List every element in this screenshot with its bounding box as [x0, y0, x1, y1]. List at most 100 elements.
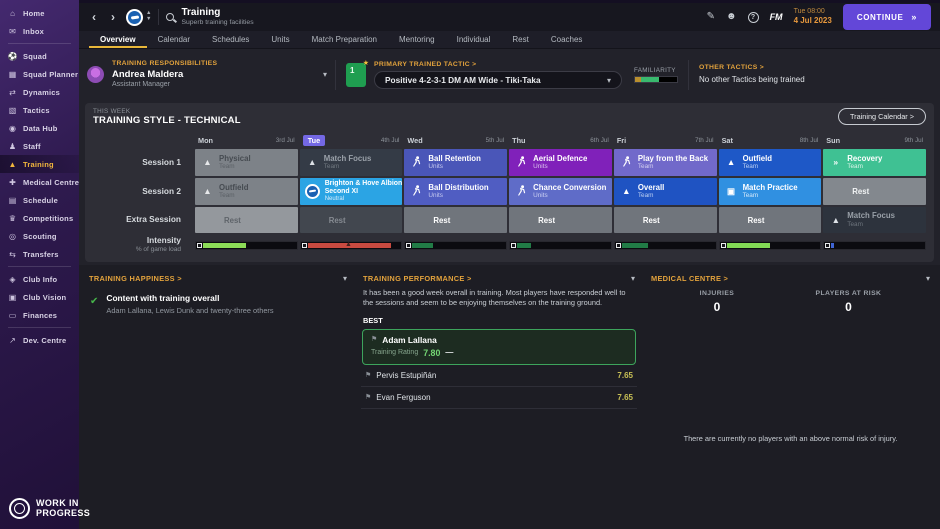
intensity-checkbox[interactable]: [301, 242, 307, 248]
session-title: Rest: [328, 215, 346, 225]
session-text: Ball Retention Units: [428, 154, 480, 171]
sidebar-item-squad[interactable]: ⚽ Squad: [0, 47, 79, 65]
session-cell-sun-rest[interactable]: Rest: [823, 178, 926, 205]
sidebar-item-label: Medical Centre: [23, 177, 80, 187]
primary-tactic-select[interactable]: Positive 4-2-3-1 DM AM Wide - Tiki-Taka …: [374, 71, 622, 89]
intensity-track[interactable]: [823, 240, 926, 250]
players-at-risk-stat[interactable]: PLAYERS AT RISK 0: [816, 290, 882, 314]
session-cell-sat-outfield[interactable]: ▲ Outfield Team: [718, 149, 822, 176]
chevron-down-icon[interactable]: ▾: [631, 274, 635, 283]
intensity-checkbox[interactable]: [197, 242, 202, 248]
session-cell-sun-match-focus[interactable]: ▲ Match Focus Team: [823, 207, 926, 233]
sidebar-item-squad-planner[interactable]: ▦ Squad Planner: [0, 65, 79, 83]
tab-individual[interactable]: Individual: [446, 31, 502, 48]
session-text: Match Practice Team: [743, 183, 798, 200]
edit-icon[interactable]: ✎: [707, 12, 715, 22]
club-spinner-icon[interactable]: ▲ ▼: [146, 10, 151, 23]
tab-overview[interactable]: Overview: [89, 31, 147, 48]
tab-rest[interactable]: Rest: [501, 31, 539, 48]
session-cell-mon-physical[interactable]: ▲ Physical Team: [195, 149, 298, 176]
intensity-track[interactable]: [195, 240, 298, 250]
day-header-wed: Wed 5th Jul: [404, 134, 507, 147]
intensity-checkbox[interactable]: [615, 242, 621, 248]
sidebar-item-club-vision[interactable]: ▣ Club Vision: [0, 288, 79, 306]
search-icon[interactable]: [166, 13, 175, 21]
sidebar-item-dynamics[interactable]: ⇄ Dynamics: [0, 83, 79, 101]
match-cell-tue[interactable]: Brighton & Hove Albion Second XI Neutral: [299, 178, 403, 205]
session-cell-sun-recovery[interactable]: » Recovery Team: [823, 149, 926, 176]
sidebar-item-label: Club Info: [23, 274, 58, 284]
continue-button[interactable]: CONTINUE»: [842, 4, 931, 30]
injuries-stat[interactable]: INJURIES 0: [700, 290, 735, 314]
session-cell-thu-rest[interactable]: Rest: [509, 207, 612, 233]
intensity-checkbox[interactable]: [511, 242, 517, 248]
primary-tactic-heading[interactable]: PRIMARY TRAINED TACTIC >: [374, 61, 622, 68]
sidebar-item-medical-centre[interactable]: ✚ Medical Centre: [0, 173, 79, 191]
tab-schedules[interactable]: Schedules: [201, 31, 260, 48]
tab-calendar[interactable]: Calendar: [147, 31, 201, 48]
sidebar-item-inbox[interactable]: ✉ Inbox: [0, 22, 79, 40]
best-player-card[interactable]: ⚑ Adam Lallana Training Rating 7.80 —: [362, 328, 636, 365]
sidebar-item-competitions[interactable]: ♛ Competitions: [0, 209, 79, 227]
session-cell-thu-chance-conversion[interactable]: Chance Conversion Units: [509, 178, 612, 205]
chevron-down-icon[interactable]: ▾: [323, 70, 327, 79]
session-cell-mon-outfield[interactable]: ▲ Outfield Team: [195, 178, 298, 205]
performance-row-pervis-estupi-n[interactable]: ⚑ Pervis Estupiñán 7.65: [361, 365, 637, 387]
other-tactics-heading[interactable]: OTHER TACTICS >: [699, 64, 805, 73]
session-cell-tue-match-focus[interactable]: ▲ Match Focus Team: [299, 149, 403, 176]
sidebar-item-scouting[interactable]: ◎ Scouting: [0, 227, 79, 245]
forward-button[interactable]: ›: [107, 11, 119, 23]
intensity-track[interactable]: ▲: [299, 240, 403, 250]
chevron-down-icon[interactable]: ▾: [926, 274, 930, 283]
trend-flat-icon: —: [445, 348, 454, 358]
manager-face-icon[interactable]: ☻: [726, 12, 737, 22]
happiness-item[interactable]: ✔ Content with training overall Adam Lal…: [87, 288, 349, 321]
game-datetime[interactable]: Tue 08:00 4 Jul 2023: [794, 8, 832, 26]
sidebar-item-training[interactable]: ▲ Training: [0, 155, 79, 173]
session-cell-fri-play-from-the-back[interactable]: Play from the Back Team: [613, 149, 717, 176]
sidebar-item-data-hub[interactable]: ◉ Data Hub: [0, 119, 79, 137]
session-cell-sat-rest[interactable]: Rest: [718, 207, 822, 233]
tab-match-preparation[interactable]: Match Preparation: [301, 31, 388, 48]
session-cell-thu-aerial-defence[interactable]: Aerial Defence Units: [509, 149, 612, 176]
performance-row-evan-ferguson[interactable]: ⚑ Evan Ferguson 7.65: [361, 387, 637, 409]
sidebar-item-staff[interactable]: ♟ Staff: [0, 137, 79, 155]
help-icon[interactable]: ?: [747, 11, 759, 23]
intensity-track[interactable]: [404, 240, 508, 250]
session-cell-sat-match-practice[interactable]: ▣ Match Practice Team: [718, 178, 822, 205]
club-info-icon: ◈: [9, 274, 16, 284]
back-button[interactable]: ‹: [88, 11, 100, 23]
training-responsibilities[interactable]: TRAINING RESPONSIBILITIES Andrea Maldera…: [87, 60, 335, 89]
sidebar-item-dev-centre[interactable]: ↗ Dev. Centre: [0, 331, 79, 349]
day-name: Wed: [407, 136, 423, 145]
training-calendar-button[interactable]: Training Calendar >: [837, 108, 926, 125]
session-cell-wed-rest[interactable]: Rest: [404, 207, 508, 233]
tab-units[interactable]: Units: [260, 31, 300, 48]
sidebar-item-schedule[interactable]: ▤ Schedule: [0, 191, 79, 209]
sidebar-item-finances[interactable]: ▭ Finances: [0, 306, 79, 324]
intensity-checkbox[interactable]: [825, 242, 831, 248]
club-crest-selector[interactable]: ▲ ▼: [126, 8, 151, 26]
training-performance-heading[interactable]: TRAINING PERFORMANCE >: [363, 274, 472, 283]
tab-mentoring[interactable]: Mentoring: [388, 31, 446, 48]
session-cell-fri-overall[interactable]: ▲ Overall Team: [613, 178, 717, 205]
sidebar-item-club-info[interactable]: ◈ Club Info: [0, 270, 79, 288]
intensity-checkbox[interactable]: [406, 242, 412, 248]
medical-centre-heading[interactable]: MEDICAL CENTRE >: [651, 274, 728, 283]
training-happiness-heading[interactable]: TRAINING HAPPINESS >: [89, 274, 182, 283]
sidebar-item-transfers[interactable]: ⇆ Transfers: [0, 245, 79, 263]
intensity-track[interactable]: [613, 240, 717, 250]
tab-coaches[interactable]: Coaches: [540, 31, 594, 48]
injuries-value: 0: [713, 300, 721, 314]
session-cell-mon-rest[interactable]: Rest: [195, 207, 298, 233]
session-cell-tue-rest[interactable]: Rest: [299, 207, 403, 233]
intensity-checkbox[interactable]: [720, 242, 726, 248]
session-cell-fri-rest[interactable]: Rest: [613, 207, 717, 233]
sidebar-item-home[interactable]: ⌂ Home: [0, 4, 79, 22]
session-cell-wed-ball-retention[interactable]: Ball Retention Units: [404, 149, 508, 176]
intensity-track[interactable]: [509, 240, 612, 250]
intensity-track[interactable]: [718, 240, 822, 250]
chevron-down-icon[interactable]: ▾: [343, 274, 347, 283]
session-cell-wed-ball-distribution[interactable]: Ball Distribution Units: [404, 178, 508, 205]
sidebar-item-tactics[interactable]: ▧ Tactics: [0, 101, 79, 119]
